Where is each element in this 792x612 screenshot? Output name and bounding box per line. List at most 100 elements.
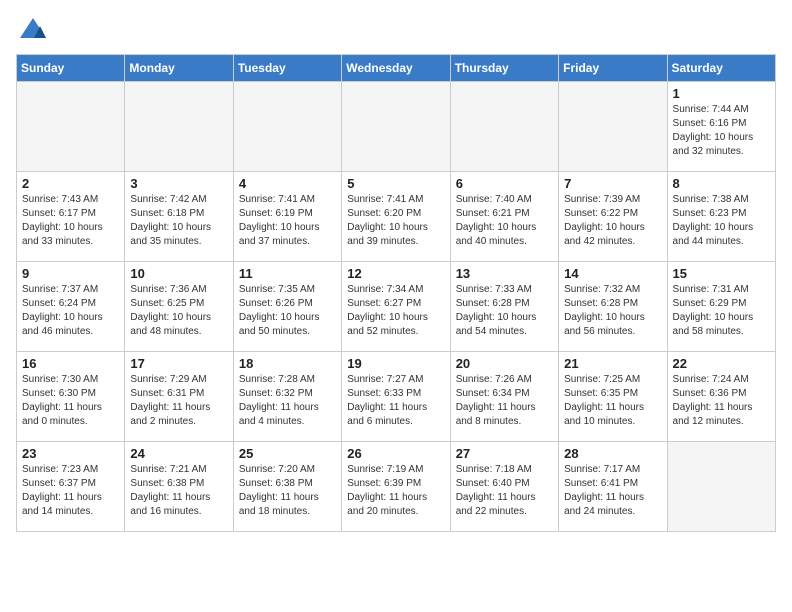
calendar-cell: 16 Sunrise: 7:30 AM Sunset: 6:30 PM Dayli… [17, 352, 125, 442]
calendar-cell: 7 Sunrise: 7:39 AM Sunset: 6:22 PM Daylig… [559, 172, 667, 262]
header [16, 16, 776, 42]
day-number: 18 [239, 356, 336, 371]
day-info: Sunrise: 7:37 AM Sunset: 6:24 PM Dayligh… [22, 283, 119, 339]
calendar-cell: 12 Sunrise: 7:34 AM Sunset: 6:27 PM Dayli… [342, 262, 450, 352]
day-info: Sunrise: 7:17 AM Sunset: 6:41 PM Dayligh… [564, 463, 661, 519]
day-info: Sunrise: 7:26 AM Sunset: 6:34 PM Dayligh… [456, 373, 553, 429]
calendar-cell: 26 Sunrise: 7:19 AM Sunset: 6:39 PM Dayli… [342, 442, 450, 532]
calendar-cell: 6 Sunrise: 7:40 AM Sunset: 6:21 PM Daylig… [450, 172, 558, 262]
day-info: Sunrise: 7:43 AM Sunset: 6:17 PM Dayligh… [22, 193, 119, 249]
calendar-cell [233, 82, 341, 172]
day-number: 19 [347, 356, 444, 371]
logo-icon [18, 16, 48, 46]
day-number: 5 [347, 176, 444, 191]
day-info: Sunrise: 7:41 AM Sunset: 6:20 PM Dayligh… [347, 193, 444, 249]
calendar-cell: 5 Sunrise: 7:41 AM Sunset: 6:20 PM Daylig… [342, 172, 450, 262]
calendar-cell: 22 Sunrise: 7:24 AM Sunset: 6:36 PM Dayli… [667, 352, 775, 442]
day-info: Sunrise: 7:32 AM Sunset: 6:28 PM Dayligh… [564, 283, 661, 339]
day-info: Sunrise: 7:33 AM Sunset: 6:28 PM Dayligh… [456, 283, 553, 339]
day-number: 9 [22, 266, 119, 281]
day-number: 11 [239, 266, 336, 281]
calendar-cell [125, 82, 233, 172]
day-info: Sunrise: 7:39 AM Sunset: 6:22 PM Dayligh… [564, 193, 661, 249]
calendar-cell [450, 82, 558, 172]
day-number: 8 [673, 176, 770, 191]
calendar-cell: 21 Sunrise: 7:25 AM Sunset: 6:35 PM Dayli… [559, 352, 667, 442]
weekday-header-row: SundayMondayTuesdayWednesdayThursdayFrid… [17, 55, 776, 82]
calendar-week-4: 16 Sunrise: 7:30 AM Sunset: 6:30 PM Dayli… [17, 352, 776, 442]
calendar-cell: 20 Sunrise: 7:26 AM Sunset: 6:34 PM Dayli… [450, 352, 558, 442]
day-info: Sunrise: 7:31 AM Sunset: 6:29 PM Dayligh… [673, 283, 770, 339]
day-number: 16 [22, 356, 119, 371]
calendar-cell: 18 Sunrise: 7:28 AM Sunset: 6:32 PM Dayli… [233, 352, 341, 442]
calendar-cell: 3Sunrise: 7:42 AM Sunset: 6:18 PM Daylig… [125, 172, 233, 262]
calendar-cell: 11 Sunrise: 7:35 AM Sunset: 6:26 PM Dayli… [233, 262, 341, 352]
day-number: 13 [456, 266, 553, 281]
day-info: Sunrise: 7:23 AM Sunset: 6:37 PM Dayligh… [22, 463, 119, 519]
day-number: 7 [564, 176, 661, 191]
day-number: 17 [130, 356, 227, 371]
day-info: Sunrise: 7:38 AM Sunset: 6:23 PM Dayligh… [673, 193, 770, 249]
day-number: 12 [347, 266, 444, 281]
day-number: 28 [564, 446, 661, 461]
calendar-cell [667, 442, 775, 532]
day-number: 27 [456, 446, 553, 461]
day-info: Sunrise: 7:27 AM Sunset: 6:33 PM Dayligh… [347, 373, 444, 429]
calendar-week-1: 1 Sunrise: 7:44 AM Sunset: 6:16 PM Daylig… [17, 82, 776, 172]
calendar-cell: 1 Sunrise: 7:44 AM Sunset: 6:16 PM Daylig… [667, 82, 775, 172]
day-info: Sunrise: 7:35 AM Sunset: 6:26 PM Dayligh… [239, 283, 336, 339]
calendar-week-2: 2 Sunrise: 7:43 AM Sunset: 6:17 PM Daylig… [17, 172, 776, 262]
calendar-cell: 27 Sunrise: 7:18 AM Sunset: 6:40 PM Dayli… [450, 442, 558, 532]
calendar-cell [559, 82, 667, 172]
day-info: Sunrise: 7:41 AM Sunset: 6:19 PM Dayligh… [239, 193, 336, 249]
calendar-cell: 17 Sunrise: 7:29 AM Sunset: 6:31 PM Dayli… [125, 352, 233, 442]
calendar: SundayMondayTuesdayWednesdayThursdayFrid… [16, 54, 776, 532]
weekday-header-thursday: Thursday [450, 55, 558, 82]
day-info: Sunrise: 7:44 AM Sunset: 6:16 PM Dayligh… [673, 103, 770, 159]
day-info: Sunrise: 7:30 AM Sunset: 6:30 PM Dayligh… [22, 373, 119, 429]
day-number: 15 [673, 266, 770, 281]
day-info: Sunrise: 7:34 AM Sunset: 6:27 PM Dayligh… [347, 283, 444, 339]
day-number: 2 [22, 176, 119, 191]
calendar-cell: 24 Sunrise: 7:21 AM Sunset: 6:38 PM Dayli… [125, 442, 233, 532]
day-info: Sunrise: 7:20 AM Sunset: 6:38 PM Dayligh… [239, 463, 336, 519]
calendar-cell: 13 Sunrise: 7:33 AM Sunset: 6:28 PM Dayli… [450, 262, 558, 352]
weekday-header-friday: Friday [559, 55, 667, 82]
day-number: 1 [673, 86, 770, 101]
calendar-cell [342, 82, 450, 172]
day-number: 26 [347, 446, 444, 461]
calendar-cell: 4 Sunrise: 7:41 AM Sunset: 6:19 PM Daylig… [233, 172, 341, 262]
weekday-header-monday: Monday [125, 55, 233, 82]
calendar-cell: 2 Sunrise: 7:43 AM Sunset: 6:17 PM Daylig… [17, 172, 125, 262]
day-info: Sunrise: 7:24 AM Sunset: 6:36 PM Dayligh… [673, 373, 770, 429]
day-info: Sunrise: 7:29 AM Sunset: 6:31 PM Dayligh… [130, 373, 227, 429]
day-number: 22 [673, 356, 770, 371]
weekday-header-saturday: Saturday [667, 55, 775, 82]
day-info: Sunrise: 7:42 AM Sunset: 6:18 PM Dayligh… [130, 193, 227, 249]
calendar-cell: 8 Sunrise: 7:38 AM Sunset: 6:23 PM Daylig… [667, 172, 775, 262]
day-info: Sunrise: 7:18 AM Sunset: 6:40 PM Dayligh… [456, 463, 553, 519]
calendar-cell: 19 Sunrise: 7:27 AM Sunset: 6:33 PM Dayli… [342, 352, 450, 442]
day-info: Sunrise: 7:36 AM Sunset: 6:25 PM Dayligh… [130, 283, 227, 339]
weekday-header-tuesday: Tuesday [233, 55, 341, 82]
day-info: Sunrise: 7:25 AM Sunset: 6:35 PM Dayligh… [564, 373, 661, 429]
calendar-cell: 14 Sunrise: 7:32 AM Sunset: 6:28 PM Dayli… [559, 262, 667, 352]
day-number: 10 [130, 266, 227, 281]
calendar-week-3: 9 Sunrise: 7:37 AM Sunset: 6:24 PM Daylig… [17, 262, 776, 352]
calendar-cell: 25Sunrise: 7:20 AM Sunset: 6:38 PM Dayli… [233, 442, 341, 532]
day-info: Sunrise: 7:40 AM Sunset: 6:21 PM Dayligh… [456, 193, 553, 249]
weekday-header-wednesday: Wednesday [342, 55, 450, 82]
day-number: 6 [456, 176, 553, 191]
weekday-header-sunday: Sunday [17, 55, 125, 82]
day-info: Sunrise: 7:28 AM Sunset: 6:32 PM Dayligh… [239, 373, 336, 429]
day-number: 23 [22, 446, 119, 461]
calendar-cell [17, 82, 125, 172]
day-number: 14 [564, 266, 661, 281]
day-info: Sunrise: 7:21 AM Sunset: 6:38 PM Dayligh… [130, 463, 227, 519]
calendar-cell: 28 Sunrise: 7:17 AM Sunset: 6:41 PM Dayli… [559, 442, 667, 532]
day-number: 4 [239, 176, 336, 191]
day-number: 20 [456, 356, 553, 371]
day-number: 24 [130, 446, 227, 461]
day-info: Sunrise: 7:19 AM Sunset: 6:39 PM Dayligh… [347, 463, 444, 519]
day-number: 21 [564, 356, 661, 371]
